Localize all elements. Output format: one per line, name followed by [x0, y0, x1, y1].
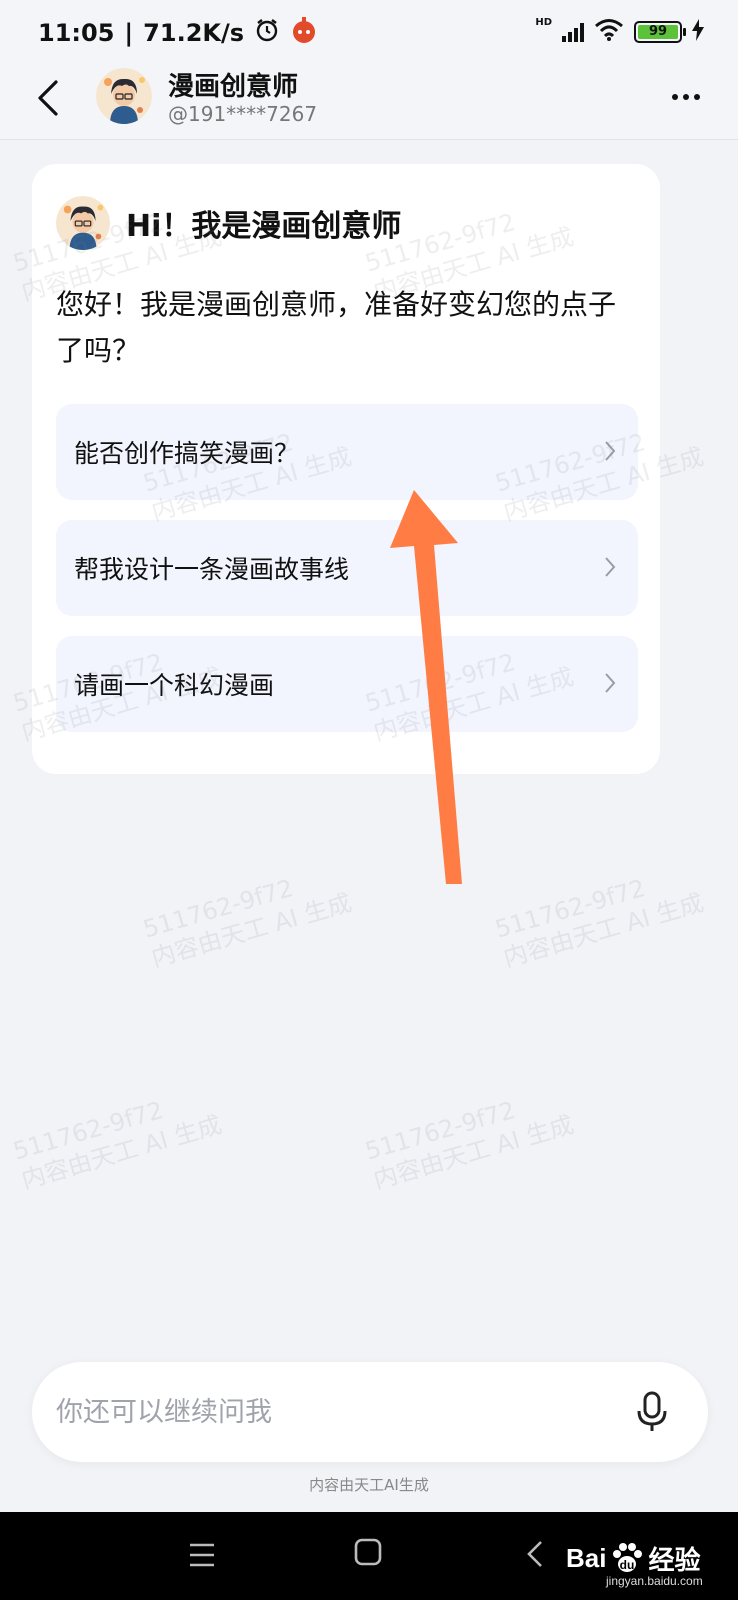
- watermark-line: 内容由天工 AI 生成: [18, 1110, 225, 1195]
- watermark-line: 511762-9f72: [362, 1096, 519, 1166]
- paw-icon: du: [613, 1543, 643, 1572]
- voice-input-button[interactable]: [632, 1390, 672, 1434]
- svg-text:du: du: [620, 1558, 635, 1572]
- menu-icon: [190, 1543, 214, 1567]
- chat-input[interactable]: [56, 1362, 616, 1462]
- system-back-button[interactable]: [526, 1540, 544, 1572]
- ai-disclaimer: 内容由天工AI生成: [309, 1476, 429, 1494]
- home-button[interactable]: [354, 1538, 382, 1570]
- chevron-left-icon: [527, 1541, 542, 1567]
- baidu-logo-url: jingyan.baidu.com: [606, 1574, 703, 1588]
- chat-input-bar: [32, 1362, 708, 1462]
- watermark: 511762-9f72内容由天工 AI 生成: [362, 1081, 577, 1196]
- watermark-line: 511762-9f72: [10, 1096, 167, 1166]
- watermark: 511762-9f72内容由天工 AI 生成: [10, 1081, 225, 1196]
- watermark-line: 内容由天工 AI 生成: [370, 1110, 577, 1195]
- baidu-logo-text: Bai: [566, 1542, 607, 1573]
- system-nav-bar: Bai du 经验 jingyan.baidu.com: [0, 1512, 738, 1600]
- microphone-icon: [637, 1391, 667, 1431]
- baidu-logo-jingyan: 经验: [648, 1544, 701, 1575]
- annotation-arrow: [390, 490, 462, 884]
- home-icon: [354, 1538, 382, 1566]
- recent-apps-button[interactable]: [188, 1542, 216, 1572]
